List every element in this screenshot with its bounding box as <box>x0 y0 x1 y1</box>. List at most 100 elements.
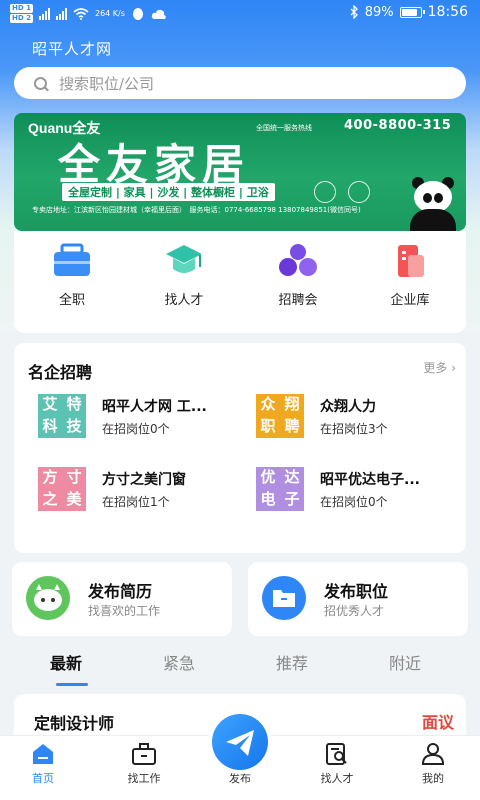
graduation-cap-icon <box>164 243 204 279</box>
job-salary: 面议 <box>421 713 454 732</box>
hd-indicator: HD 1 HD 2 <box>10 4 33 23</box>
search-icon <box>34 76 47 90</box>
banner-hotline: 400-8800-315 <box>344 118 452 133</box>
category-label: 全职 <box>58 293 85 308</box>
company-name: 昭平优达电子... <box>320 472 420 488</box>
company-logo-char: 艾 <box>42 395 58 413</box>
job-title: 定制设计师 <box>34 714 115 733</box>
section-title: 名企招聘 <box>28 363 93 382</box>
clock: 18:56 <box>427 4 468 20</box>
send-icon <box>212 714 268 770</box>
nav-find-job[interactable]: 找工作 <box>109 742 179 786</box>
nav-home[interactable]: 首页 <box>8 742 78 786</box>
company-logo-char: 特 <box>66 395 82 413</box>
company-logo: 众翔职聘 <box>256 394 304 438</box>
company-logo-char: 电 <box>260 490 276 508</box>
banner-hotline-label: 全国统一服务热线 <box>256 124 312 132</box>
chevron-right-icon: › <box>451 361 456 375</box>
company-job-count: 在招岗位1个 <box>102 495 170 509</box>
action-title: 发布职位 <box>324 582 389 601</box>
briefcase-icon <box>52 243 92 279</box>
company-logo-char: 技 <box>66 417 82 435</box>
more-label: 更多 <box>423 361 448 375</box>
search-placeholder: 搜索职位/公司 <box>59 74 155 93</box>
nav-label: 找人才 <box>320 772 354 785</box>
user-icon <box>420 742 446 766</box>
company-logo-char: 聘 <box>284 417 300 435</box>
category-label: 招聘会 <box>278 293 318 308</box>
active-tab-indicator <box>56 683 88 686</box>
post-resume-card[interactable]: 发布简历 找喜欢的工作 <box>12 562 232 636</box>
nav-label: 首页 <box>32 772 54 785</box>
company-logo-char: 优 <box>260 468 276 486</box>
action-subtitle: 招优秀人才 <box>324 604 385 618</box>
company-job-count: 在招岗位3个 <box>320 422 388 436</box>
company-logo-char: 达 <box>284 468 300 486</box>
app-title: 昭平人才网 <box>32 40 113 58</box>
category-company-library[interactable]: 企业库 <box>365 243 455 308</box>
signal-icon-2 <box>55 7 67 20</box>
promo-banner[interactable]: Quanu全友 全国统一服务热线 400-8800-315 全友家居 全屋定制 … <box>14 113 466 231</box>
company-card[interactable]: 优达电子 昭平优达电子... 在招岗位0个 <box>256 467 466 517</box>
tab-recommended[interactable]: 推荐 <box>276 650 308 674</box>
banner-address: 专卖店地址：江滨新区怡园建材城（幸福里后面） 服务电话：0774-6685798… <box>32 206 361 214</box>
company-logo-char: 方 <box>42 468 58 486</box>
banner-tags: 全屋定制 | 家具 | 沙发 | 整体橱柜 | 卫浴 <box>62 183 275 201</box>
home-icon <box>30 742 56 766</box>
robot-icon <box>26 576 70 620</box>
award-seal-icon-2 <box>348 181 370 203</box>
company-name: 方寸之美门窗 <box>102 472 186 488</box>
search-input[interactable]: 搜索职位/公司 <box>14 67 466 99</box>
tab-urgent[interactable]: 紧急 <box>163 650 195 674</box>
more-link[interactable]: 更多 › <box>423 359 456 376</box>
search-document-icon <box>324 742 350 766</box>
company-card[interactable]: 方寸之美 方寸之美门窗 在招岗位1个 <box>38 467 248 517</box>
company-job-count: 在招岗位0个 <box>102 422 170 436</box>
qq-icon <box>132 7 143 20</box>
company-logo-char: 寸 <box>66 468 82 486</box>
category-fulltime[interactable]: 全职 <box>27 243 117 308</box>
nav-profile[interactable]: 我的 <box>398 742 468 786</box>
category-label: 找人才 <box>164 293 204 308</box>
category-find-talent[interactable]: 找人才 <box>139 243 229 308</box>
category-label: 企业库 <box>390 293 430 308</box>
signal-icon <box>38 7 50 20</box>
network-speed: 264 K/s <box>94 9 125 18</box>
company-name: 昭平人才网 工... <box>102 399 207 415</box>
company-logo-char: 科 <box>42 417 58 435</box>
company-logo-char: 翔 <box>284 395 300 413</box>
nav-label: 找工作 <box>127 772 161 785</box>
people-group-icon <box>278 243 318 279</box>
wifi-icon <box>73 7 89 20</box>
building-icon <box>390 243 430 279</box>
post-job-card[interactable]: 发布职位 招优秀人才 <box>248 562 468 636</box>
company-name: 众翔人力 <box>320 399 376 415</box>
cloud-icon <box>151 9 166 19</box>
battery-icon <box>399 6 425 18</box>
company-logo-char: 美 <box>66 490 82 508</box>
bluetooth-icon <box>350 5 358 19</box>
folder-icon <box>262 576 306 620</box>
company-logo: 方寸之美 <box>38 467 86 511</box>
tab-latest[interactable]: 最新 <box>50 650 82 674</box>
post-button[interactable] <box>208 710 272 774</box>
company-logo-char: 职 <box>260 417 276 435</box>
category-job-fair[interactable]: 招聘会 <box>253 243 343 308</box>
company-card[interactable]: 众翔职聘 众翔人力 在招岗位3个 <box>256 394 466 444</box>
briefcase-icon <box>131 742 157 766</box>
company-logo-char: 之 <box>42 490 58 508</box>
award-seal-icon <box>314 181 336 203</box>
status-bar: HD 1 HD 2 264 K/s 89% 18:56 <box>0 0 480 28</box>
battery-percent: 89% <box>364 4 394 20</box>
company-logo-char: 子 <box>284 490 300 508</box>
panda-mascot <box>410 171 456 231</box>
company-logo: 优达电子 <box>256 467 304 511</box>
company-card[interactable]: 艾特科技 昭平人才网 工... 在招岗位0个 <box>38 394 248 444</box>
company-logo-char: 众 <box>260 395 276 413</box>
company-job-count: 在招岗位0个 <box>320 495 388 509</box>
nav-label: 我的 <box>422 772 444 785</box>
nav-find-talent[interactable]: 找人才 <box>302 742 372 786</box>
company-logo: 艾特科技 <box>38 394 86 438</box>
tab-nearby[interactable]: 附近 <box>389 650 421 674</box>
action-title: 发布简历 <box>88 582 153 601</box>
